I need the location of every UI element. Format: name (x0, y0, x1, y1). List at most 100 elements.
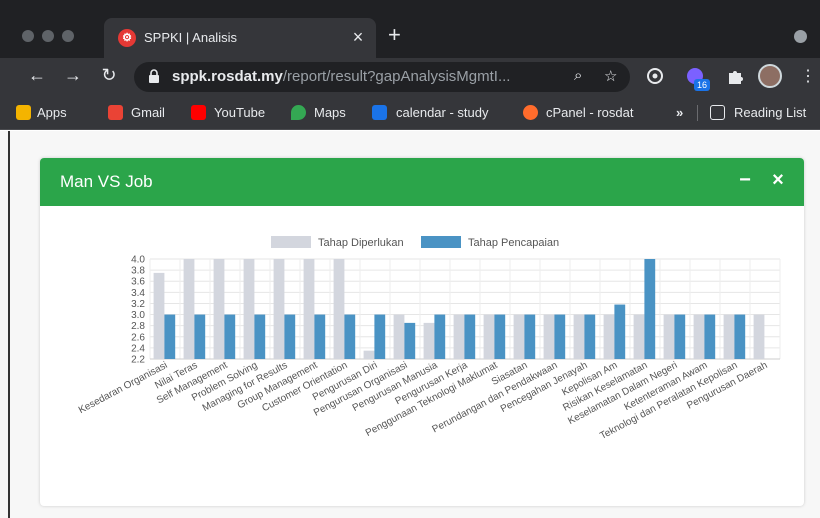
bar-pencapaian-12[interactable] (494, 314, 506, 359)
reload-button[interactable]: ↻ (98, 65, 120, 86)
legend-swatch-1 (271, 236, 311, 248)
browser-tab-active[interactable]: ⚙ SPPKI | Analisis × (104, 18, 376, 58)
bar-diperlukan-17[interactable] (633, 314, 645, 359)
bar-diperlukan-4[interactable] (243, 259, 255, 359)
bar-pencapaian-8[interactable] (374, 314, 386, 359)
bar-pencapaian-13[interactable] (524, 314, 536, 359)
gmail-icon (108, 105, 123, 120)
bar-pencapaian-14[interactable] (554, 314, 566, 359)
bar-pencapaian-15[interactable] (584, 314, 596, 359)
legend-swatch-2 (421, 236, 461, 248)
bar-pencapaian-5[interactable] (284, 314, 296, 359)
y-tick-label: 2.2 (131, 355, 145, 366)
bar-diperlukan-18[interactable] (663, 314, 675, 359)
cpanel-icon (523, 105, 538, 120)
bar-pencapaian-3[interactable] (224, 314, 236, 359)
tab-close-icon[interactable]: × (348, 27, 368, 48)
bookmark-maps[interactable]: Maps (314, 105, 346, 120)
bookmark-calendar-study[interactable]: calendar - study (396, 105, 489, 120)
bar-pencapaian-11[interactable] (464, 314, 476, 359)
bookmark-cpanel-rosdat[interactable]: cPanel - rosdat (546, 105, 633, 120)
y-tick-label: 4.0 (131, 255, 145, 266)
youtube-icon (191, 105, 206, 120)
bar-pencapaian-9[interactable] (404, 322, 416, 359)
bar-diperlukan-5[interactable] (273, 259, 285, 359)
bar-pencapaian-4[interactable] (254, 314, 266, 359)
bar-diperlukan-10[interactable] (423, 322, 435, 359)
card-close-button[interactable]: × (768, 169, 788, 192)
bookmark-youtube[interactable]: YouTube (214, 105, 265, 120)
bar-diperlukan-7[interactable] (333, 259, 345, 359)
window-zoom-light[interactable] (62, 30, 74, 42)
address-bar[interactable]: sppk.rosdat.my/report/result?gapAnalysis… (134, 62, 630, 92)
browser-toolbar: ← → ↻ sppk.rosdat.my/report/result?gapAn… (0, 58, 820, 96)
y-tick-label: 2.4 (131, 343, 145, 354)
bar-pencapaian-6[interactable] (314, 314, 326, 359)
new-tab-button[interactable]: + (388, 22, 401, 48)
page-left-border (8, 131, 10, 518)
bar-diperlukan-14[interactable] (543, 314, 555, 359)
card-title: Man VS Job (60, 172, 153, 191)
bar-pencapaian-19[interactable] (704, 314, 716, 359)
extension-badge: 16 (694, 79, 711, 91)
bar-pencapaian-17[interactable] (644, 259, 656, 359)
card-header: Man VS Job − × (40, 158, 804, 206)
site-favicon-icon: ⚙ (118, 29, 136, 47)
calendar-icon (372, 105, 387, 120)
bar-diperlukan-19[interactable] (693, 314, 705, 359)
bar-pencapaian-2[interactable] (194, 314, 206, 359)
reading-list-icon (710, 105, 725, 120)
bar-diperlukan-1[interactable] (153, 272, 165, 359)
bar-diperlukan-20[interactable] (723, 314, 735, 359)
y-tick-label: 3.2 (131, 299, 145, 310)
tab-search-icon[interactable] (794, 30, 807, 43)
bookmarks-bar: Apps Gmail YouTube Maps calendar - study… (0, 96, 820, 130)
browser-tabstrip: ⚙ SPPKI | Analisis × + (0, 0, 820, 58)
url-path: /report/result?gapAnalysisMgmtI... (282, 68, 511, 85)
collapse-button[interactable]: − (735, 169, 755, 192)
apps-grid-icon (16, 105, 31, 120)
url-host: sppk.rosdat.my (172, 68, 283, 85)
extensions-puzzle-icon[interactable] (726, 67, 744, 85)
profile-avatar[interactable] (758, 64, 782, 88)
bar-diperlukan-11[interactable] (453, 314, 465, 359)
bookmarks-divider (697, 105, 698, 121)
bar-diperlukan-9[interactable] (393, 314, 405, 359)
bar-pencapaian-7[interactable] (344, 314, 356, 359)
bookmark-star-icon[interactable]: ☆ (604, 67, 617, 85)
bar-diperlukan-8[interactable] (363, 350, 375, 359)
bar-diperlukan-15[interactable] (573, 314, 585, 359)
bar-diperlukan-3[interactable] (213, 259, 225, 359)
bar-diperlukan-6[interactable] (303, 259, 315, 359)
y-tick-label: 3.6 (131, 277, 145, 288)
bar-diperlukan-21[interactable] (753, 314, 765, 359)
man-vs-job-chart: Tahap Diperlukan Tahap Pencapaian4.03.83.… (77, 236, 781, 442)
bookmark-gmail[interactable]: Gmail (131, 105, 165, 120)
y-tick-label: 2.8 (131, 321, 145, 332)
bookmarks-overflow-button[interactable]: » (676, 105, 683, 120)
legend-label-2: Tahap Pencapaian (468, 237, 559, 249)
back-button[interactable]: ← (26, 65, 48, 86)
bar-diperlukan-2[interactable] (183, 259, 195, 359)
search-zoom-icon[interactable]: ⌕ (574, 67, 582, 84)
bar-pencapaian-20[interactable] (734, 314, 746, 359)
y-tick-label: 2.6 (131, 332, 145, 343)
bar-diperlukan-12[interactable] (483, 314, 495, 359)
y-tick-label: 3.0 (131, 310, 145, 321)
bar-pencapaian-10[interactable] (434, 314, 446, 359)
extension-tampermonkey-icon[interactable] (646, 67, 664, 85)
bar-pencapaian-16[interactable] (614, 304, 626, 359)
bar-diperlukan-13[interactable] (513, 314, 525, 359)
window-close-light[interactable] (22, 30, 34, 42)
forward-button[interactable]: → (62, 65, 84, 86)
bar-diperlukan-16[interactable] (603, 314, 615, 359)
browser-menu-icon[interactable]: ⋮ (800, 66, 816, 86)
y-tick-label: 3.8 (131, 266, 145, 277)
window-minimize-light[interactable] (42, 30, 54, 42)
bookmark-apps[interactable]: Apps (37, 105, 67, 120)
reading-list-button[interactable]: Reading List (734, 105, 806, 120)
bar-pencapaian-1[interactable] (164, 314, 176, 359)
tab-title: SPPKI | Analisis (144, 30, 237, 45)
lock-icon (149, 69, 159, 83)
bar-pencapaian-18[interactable] (674, 314, 686, 359)
